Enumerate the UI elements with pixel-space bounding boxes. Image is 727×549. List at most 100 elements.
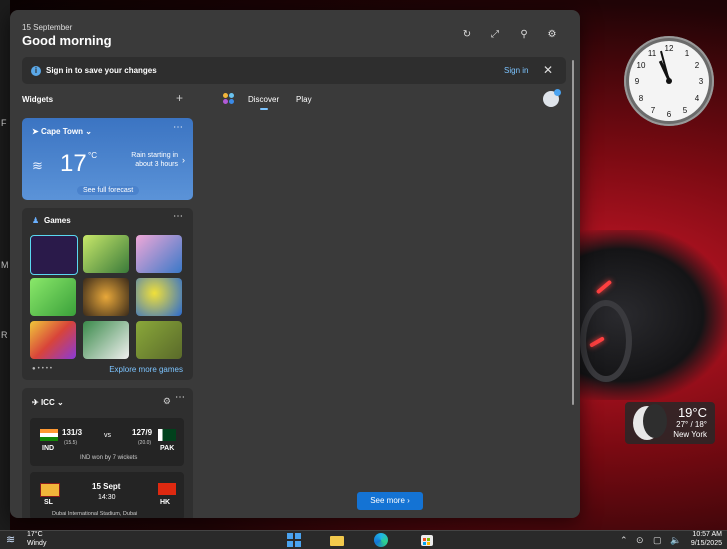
pin-icon[interactable]: ⚲ [517,28,531,42]
clock-number: 6 [666,110,672,119]
match-result: IND won by 7 wickets [80,455,138,461]
wind-icon: ≋ [32,158,43,173]
game-tile[interactable] [83,235,129,273]
taskbar-date[interactable]: 9/15/2025 [691,540,722,547]
weather-temp: 17 [60,150,87,177]
icc-title-text: ICC [40,398,55,407]
see-more-label: See more [370,496,405,505]
game-tile[interactable] [30,278,76,316]
profile-avatar[interactable] [543,89,561,107]
gadget-range: 27° / 18° [676,420,707,429]
clock-number: 11 [647,49,657,58]
clock-number: 3 [698,77,704,86]
rain-forecast: Rain starting in about 3 hours [131,152,178,168]
taskbar-condition[interactable]: Windy [27,540,46,547]
explore-more-games-link[interactable]: Explore more games [109,365,183,374]
clock-number: 4 [694,94,700,103]
pakistan-flag-icon [158,429,176,441]
match-date: 15 Sept [92,482,121,491]
gadget-temp: 19°C [677,405,707,420]
edge-icon[interactable] [373,532,389,548]
icc-title[interactable]: ✈ ICC ⌄ [32,398,64,407]
team2-name: HK [160,499,171,506]
display-icon[interactable]: ▢ [653,535,662,546]
vs-label: vs [104,432,111,439]
team2-name: PAK [160,445,175,452]
scrollbar[interactable] [572,60,574,405]
desktop-icon-label: F [1,118,7,128]
clock-number: 12 [664,44,674,53]
team1-overs: (15.5) [64,440,78,446]
clock-number: 1 [684,49,690,58]
match-card[interactable]: IND 131/3 (15.5) vs 127/9 (20.0) PAK IND… [30,418,184,466]
signin-message: Sign in to save your changes [46,66,157,75]
clock-gadget[interactable]: 12 1 2 3 4 5 6 7 8 9 10 11 [624,36,714,126]
weather-widget[interactable]: ➤ Cape Town ⌄ ⋯ ≋ 17 °C Rain starting in… [22,118,193,200]
clock-number: 8 [638,94,644,103]
signin-link[interactable]: Sign in [504,66,528,75]
taskbar: ≋ 17°C Windy ⌃ ⊙ ▢ 🔈 10:57 AM 9/15/2025 [0,530,727,549]
weather-location[interactable]: ➤ Cape Town ⌄ [32,127,92,136]
greeting: Good morning [22,33,112,48]
weather-gadget[interactable]: 19°C 27° / 18° New York [625,402,715,444]
refresh-icon[interactable]: ↻ [460,28,474,42]
more-options-icon[interactable]: ⋯ [173,211,183,222]
taskbar-weather-icon[interactable]: ≋ [6,533,15,546]
more-options-icon[interactable]: ⋯ [173,122,183,133]
team2-score: 127/9 [132,428,153,437]
team1-name: IND [42,445,55,452]
file-explorer-icon[interactable] [329,532,345,548]
settings-icon[interactable]: ⚙ [545,28,559,42]
discover-logo-icon [223,93,235,105]
team2-overs: (20.0) [138,440,152,446]
desktop-icon-label: M [1,260,9,270]
taskbar-time[interactable]: 10:57 AM [692,531,722,538]
game-tile[interactable] [83,321,129,359]
game-tile[interactable] [83,278,129,316]
tray-overflow-icon[interactable]: ⌃ [620,535,628,546]
tab-discover[interactable]: Discover [248,95,279,104]
volume-icon[interactable]: 🔈 [670,535,681,546]
expand-icon[interactable]: ⤢ [488,28,502,42]
location-name: Cape Town [40,127,84,136]
start-icon[interactable] [286,532,302,548]
carousel-dots[interactable]: ●•••• [32,366,54,372]
widgets-label: Widgets [22,95,54,104]
active-tab-indicator [260,108,268,110]
desktop-edge: F M R [0,0,10,530]
widgets-panel: 15 September Good morning ↻ ⤢ ⚲ ⚙ i Sign… [10,10,580,518]
network-icon[interactable]: ⊙ [636,535,644,546]
desktop-icon-label: R [1,330,8,340]
clock-number: 7 [650,106,656,115]
team1-score: 131/3 [62,428,83,437]
sri-lanka-flag-icon [40,483,60,497]
more-options-icon[interactable]: ⋯ [175,392,185,403]
game-tile[interactable] [30,235,78,275]
add-widget-button[interactable]: + [176,91,183,105]
team1-name: SL [44,499,53,506]
match-card[interactable]: SL 15 Sept 14:30 HK Dubai International … [30,472,184,518]
chevron-right-icon[interactable]: › [182,155,185,165]
games-title: Games [44,216,71,225]
close-icon[interactable]: ✕ [543,63,553,77]
game-tile[interactable] [136,278,182,316]
settings-icon[interactable]: ⚙ [163,396,171,407]
see-more-button[interactable]: See more › [357,492,423,510]
hong-kong-flag-icon [158,483,176,495]
game-tile[interactable] [136,321,182,359]
see-full-forecast-button[interactable]: See full forecast [77,186,140,195]
gadget-city: New York [673,430,707,439]
clock-number: 9 [634,77,640,86]
india-flag-icon [40,429,58,441]
weather-unit: °C [88,151,97,160]
taskbar-temp[interactable]: 17°C [27,531,43,538]
tab-play[interactable]: Play [296,95,312,104]
store-icon[interactable] [419,532,435,548]
match-time: 14:30 [98,494,116,501]
game-tile[interactable] [136,235,182,273]
clock-number: 2 [694,61,700,70]
panel-date: 15 September [22,23,73,32]
notification-badge [554,89,561,96]
clock-number: 5 [682,106,688,115]
game-tile[interactable] [30,321,76,359]
